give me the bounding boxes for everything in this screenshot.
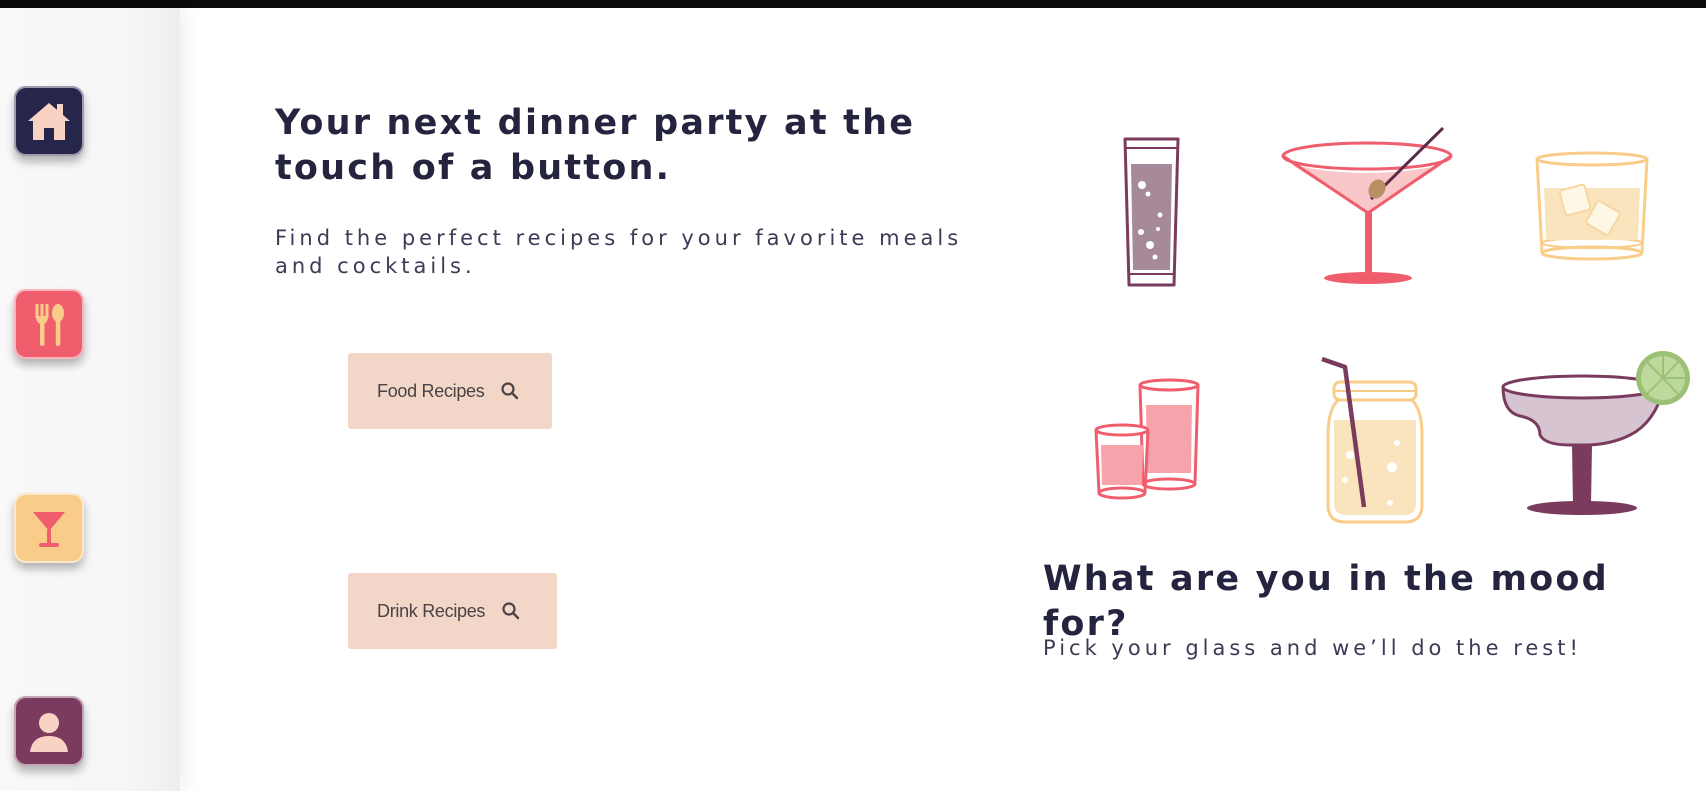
highball-glass-icon bbox=[1114, 137, 1184, 296]
cocktail-icon bbox=[24, 503, 74, 553]
rocks-glass[interactable] bbox=[1530, 150, 1660, 274]
mason-jar[interactable] bbox=[1320, 355, 1430, 534]
martini-glass[interactable] bbox=[1280, 115, 1460, 299]
food-recipes-button[interactable]: Food Recipes bbox=[348, 353, 552, 429]
mood-subtitle: Pick your glass and we’ll do the rest! bbox=[1043, 636, 1582, 660]
food-recipes-label: Food Recipes bbox=[377, 380, 485, 401]
martini-glass-icon bbox=[1280, 126, 1460, 299]
sidebar bbox=[0, 8, 180, 791]
highball-glass[interactable] bbox=[1114, 132, 1184, 296]
drink-recipes-label: Drink Recipes bbox=[377, 600, 486, 621]
sidebar-item-food[interactable] bbox=[14, 289, 84, 359]
top-bar bbox=[0, 0, 1706, 8]
sidebar-item-home[interactable] bbox=[14, 86, 84, 156]
shot-glasses-icon bbox=[1092, 378, 1212, 504]
user-icon bbox=[24, 706, 74, 756]
search-icon bbox=[500, 381, 520, 401]
rocks-glass-icon bbox=[1530, 151, 1660, 274]
glass-picker bbox=[1060, 115, 1700, 525]
hero-subtitle: Find the perfect recipes for your favori… bbox=[275, 226, 963, 278]
hero-title: Your next dinner party at the touch of a… bbox=[275, 103, 916, 188]
sidebar-item-drinks[interactable] bbox=[14, 493, 84, 563]
search-icon bbox=[501, 601, 521, 621]
margarita-glass[interactable] bbox=[1500, 350, 1690, 529]
house-icon bbox=[24, 96, 74, 146]
mason-jar-icon bbox=[1320, 356, 1430, 534]
margarita-glass-icon bbox=[1500, 351, 1690, 529]
sidebar-item-profile[interactable] bbox=[14, 696, 84, 766]
shot-glasses[interactable] bbox=[1092, 375, 1212, 504]
fork-spoon-icon bbox=[24, 299, 74, 349]
drink-recipes-button[interactable]: Drink Recipes bbox=[348, 573, 557, 649]
